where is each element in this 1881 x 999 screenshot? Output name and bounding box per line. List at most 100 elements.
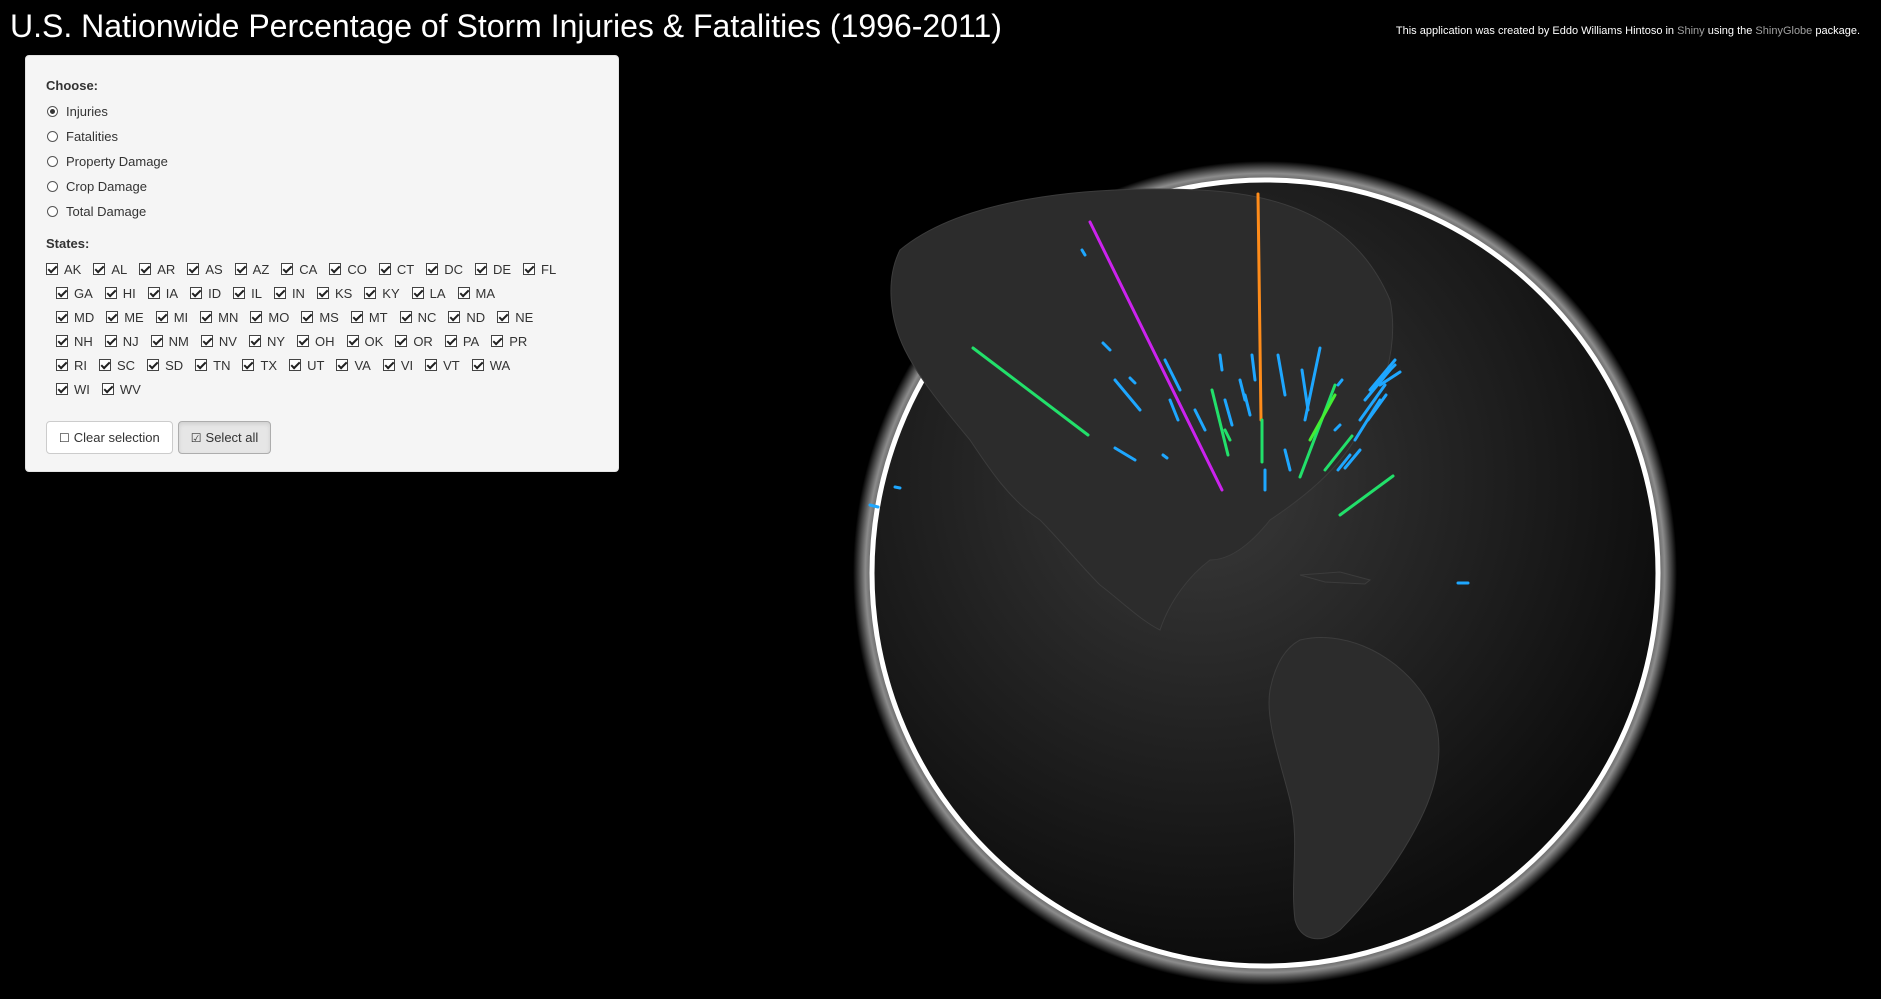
state-checkbox-la[interactable]: LA xyxy=(411,281,446,305)
state-checkbox-al[interactable]: AL xyxy=(93,257,127,281)
radio-button[interactable] xyxy=(47,206,58,217)
state-checkbox-wi[interactable]: WI xyxy=(56,377,90,401)
shiny-link[interactable]: Shiny xyxy=(1677,25,1705,37)
checkbox[interactable] xyxy=(491,335,504,347)
state-checkbox-ms[interactable]: MS xyxy=(301,305,339,329)
checkbox[interactable] xyxy=(248,335,261,347)
state-checkbox-nj[interactable]: NJ xyxy=(104,329,139,353)
checkbox[interactable] xyxy=(250,311,263,323)
state-checkbox-mt[interactable]: MT xyxy=(350,305,388,329)
state-checkbox-ne[interactable]: NE xyxy=(497,305,533,329)
checkbox[interactable] xyxy=(234,263,247,275)
checkbox[interactable] xyxy=(350,311,363,323)
checkbox[interactable] xyxy=(273,287,286,299)
checkbox[interactable] xyxy=(155,311,168,323)
checkbox[interactable] xyxy=(297,335,310,347)
checkbox[interactable] xyxy=(329,263,342,275)
checkbox[interactable] xyxy=(346,335,359,347)
checkbox[interactable] xyxy=(104,335,117,347)
state-checkbox-va[interactable]: VA xyxy=(336,353,371,377)
state-checkbox-sd[interactable]: SD xyxy=(147,353,183,377)
state-checkbox-nh[interactable]: NH xyxy=(56,329,93,353)
state-checkbox-in[interactable]: IN xyxy=(273,281,305,305)
checkbox[interactable] xyxy=(56,311,68,323)
checkbox[interactable] xyxy=(150,335,163,347)
radio-total-damage[interactable]: Total Damage xyxy=(46,199,598,224)
state-checkbox-me[interactable]: ME xyxy=(106,305,144,329)
checkbox[interactable] xyxy=(497,311,510,323)
state-checkbox-vt[interactable]: VT xyxy=(425,353,460,377)
state-checkbox-ia[interactable]: IA xyxy=(147,281,178,305)
checkbox[interactable] xyxy=(425,359,438,371)
checkbox[interactable] xyxy=(99,359,111,371)
state-checkbox-nv[interactable]: NV xyxy=(200,329,237,353)
state-checkbox-nd[interactable]: ND xyxy=(448,305,485,329)
checkbox[interactable] xyxy=(395,335,408,347)
checkbox[interactable] xyxy=(233,287,246,299)
checkbox[interactable] xyxy=(56,287,68,299)
state-checkbox-ri[interactable]: RI xyxy=(56,353,87,377)
checkbox[interactable] xyxy=(200,311,213,323)
checkbox[interactable] xyxy=(200,335,213,347)
checkbox[interactable] xyxy=(56,383,68,395)
checkbox[interactable] xyxy=(382,359,395,371)
checkbox[interactable] xyxy=(104,287,117,299)
checkbox[interactable] xyxy=(139,263,152,275)
state-checkbox-ut[interactable]: UT xyxy=(289,353,324,377)
state-checkbox-oh[interactable]: OH xyxy=(297,329,335,353)
checkbox[interactable] xyxy=(242,359,255,371)
state-checkbox-tx[interactable]: TX xyxy=(242,353,277,377)
state-checkbox-de[interactable]: DE xyxy=(474,257,511,281)
radio-button[interactable] xyxy=(47,156,58,167)
state-checkbox-id[interactable]: ID xyxy=(190,281,221,305)
checkbox[interactable] xyxy=(316,287,329,299)
checkbox[interactable] xyxy=(289,359,302,371)
state-checkbox-wa[interactable]: WA xyxy=(471,353,510,377)
state-checkbox-sc[interactable]: SC xyxy=(99,353,135,377)
checkbox[interactable] xyxy=(426,263,439,275)
checkbox[interactable] xyxy=(378,263,391,275)
state-checkbox-mo[interactable]: MO xyxy=(250,305,289,329)
state-checkbox-tn[interactable]: TN xyxy=(195,353,230,377)
checkbox[interactable] xyxy=(101,383,114,395)
checkbox[interactable] xyxy=(190,287,203,299)
checkbox[interactable] xyxy=(46,263,58,275)
state-checkbox-il[interactable]: IL xyxy=(233,281,262,305)
checkbox[interactable] xyxy=(56,335,68,347)
radio-button[interactable] xyxy=(47,131,58,142)
state-checkbox-md[interactable]: MD xyxy=(56,305,94,329)
checkbox[interactable] xyxy=(301,311,314,323)
state-checkbox-as[interactable]: AS xyxy=(187,257,223,281)
state-checkbox-ok[interactable]: OK xyxy=(346,329,383,353)
checkbox[interactable] xyxy=(444,335,457,347)
state-checkbox-wv[interactable]: WV xyxy=(101,377,141,401)
clear-selection-button[interactable]: ☐ Clear selection xyxy=(46,421,173,454)
checkbox[interactable] xyxy=(457,287,470,299)
state-checkbox-hi[interactable]: HI xyxy=(104,281,136,305)
state-checkbox-pr[interactable]: PR xyxy=(491,329,527,353)
checkbox[interactable] xyxy=(147,287,160,299)
state-checkbox-dc[interactable]: DC xyxy=(426,257,463,281)
state-checkbox-ak[interactable]: AK xyxy=(46,257,81,281)
state-checkbox-ky[interactable]: KY xyxy=(364,281,400,305)
checkbox[interactable] xyxy=(474,263,487,275)
checkbox[interactable] xyxy=(106,311,119,323)
checkbox[interactable] xyxy=(471,359,484,371)
state-checkbox-or[interactable]: OR xyxy=(395,329,433,353)
shinyglobe-link[interactable]: ShinyGlobe xyxy=(1755,25,1812,37)
state-checkbox-ca[interactable]: CA xyxy=(281,257,317,281)
state-checkbox-ga[interactable]: GA xyxy=(56,281,93,305)
radio-property-damage[interactable]: Property Damage xyxy=(46,149,598,174)
state-checkbox-mi[interactable]: MI xyxy=(155,305,188,329)
state-checkbox-pa[interactable]: PA xyxy=(444,329,479,353)
checkbox[interactable] xyxy=(195,359,208,371)
state-checkbox-ny[interactable]: NY xyxy=(248,329,285,353)
state-checkbox-ma[interactable]: MA xyxy=(457,281,495,305)
radio-fatalities[interactable]: Fatalities xyxy=(46,124,598,149)
checkbox[interactable] xyxy=(411,287,424,299)
state-checkbox-az[interactable]: AZ xyxy=(234,257,269,281)
checkbox[interactable] xyxy=(147,359,160,371)
radio-crop-damage[interactable]: Crop Damage xyxy=(46,174,598,199)
radio-button[interactable] xyxy=(47,181,58,192)
checkbox[interactable] xyxy=(93,263,106,275)
